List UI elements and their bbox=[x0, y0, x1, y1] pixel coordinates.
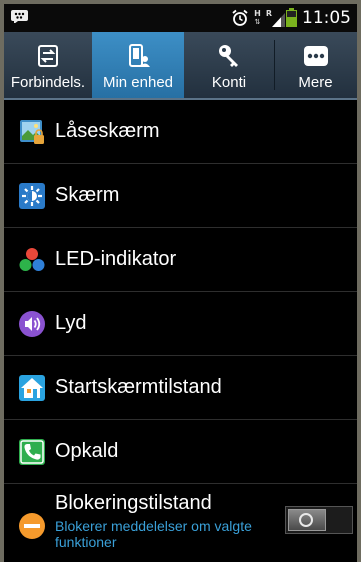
settings-list: Låseskærm Skærm LED-indikator Lyd Starts… bbox=[4, 100, 357, 558]
status-bar: H ⇅ R 11:05 bbox=[4, 4, 357, 32]
setting-home-screen-mode[interactable]: Startskærmtilstand bbox=[4, 356, 357, 420]
network-indicator: H ⇅ bbox=[254, 9, 261, 26]
setting-blocking-mode[interactable]: Blokeringstilstand Blokerer meddelelser … bbox=[4, 484, 357, 558]
battery-icon bbox=[286, 7, 297, 27]
signal-icon bbox=[272, 13, 285, 27]
settings-tab-bar: Forbindels. Min enhed Konti Mere bbox=[4, 32, 357, 100]
setting-led-indicator[interactable]: LED-indikator bbox=[4, 228, 357, 292]
roaming-indicator: R bbox=[266, 9, 285, 27]
led-icon bbox=[19, 248, 45, 271]
tab-connections[interactable]: Forbindels. bbox=[4, 32, 92, 98]
setting-label: LED-indikator bbox=[55, 248, 177, 270]
setting-sound[interactable]: Lyd bbox=[4, 292, 357, 356]
setting-call[interactable]: Opkald bbox=[4, 420, 357, 484]
tab-more[interactable]: Mere bbox=[274, 32, 357, 98]
tab-accounts[interactable]: Konti bbox=[184, 32, 274, 98]
key-icon bbox=[215, 42, 243, 70]
setting-label: Startskærmtilstand bbox=[55, 376, 222, 398]
bbm-icon bbox=[11, 10, 28, 23]
tab-my-device[interactable]: Min enhed bbox=[92, 32, 184, 98]
connections-icon bbox=[34, 42, 62, 70]
display-icon bbox=[19, 183, 45, 209]
lockscreen-icon bbox=[20, 120, 44, 144]
call-icon bbox=[19, 439, 45, 465]
setting-label: Lyd bbox=[55, 312, 87, 334]
network-h-label: H bbox=[254, 9, 261, 18]
setting-label: Låseskærm bbox=[55, 120, 160, 142]
sound-icon bbox=[19, 311, 45, 337]
tab-label: Min enhed bbox=[102, 74, 174, 91]
blocking-mode-toggle[interactable] bbox=[285, 506, 353, 534]
toggle-knob bbox=[288, 509, 326, 531]
more-icon bbox=[302, 42, 330, 70]
phone-screen: H ⇅ R 11:05 Forbindels. Min enhed Konti … bbox=[4, 4, 357, 562]
alarm-icon bbox=[232, 9, 248, 26]
tab-label: Mere bbox=[298, 74, 333, 91]
status-time: 11:05 bbox=[302, 8, 351, 28]
tab-label: Forbindels. bbox=[10, 74, 86, 91]
block-icon bbox=[19, 513, 45, 539]
setting-display[interactable]: Skærm bbox=[4, 164, 357, 228]
setting-subtitle: Blokerer meddelelser om valgte funktione… bbox=[55, 518, 252, 550]
device-icon bbox=[124, 42, 152, 70]
setting-lockscreen[interactable]: Låseskærm bbox=[4, 100, 357, 164]
tab-label: Konti bbox=[211, 74, 247, 91]
setting-label: Blokeringstilstand bbox=[55, 492, 212, 514]
setting-label: Opkald bbox=[55, 440, 119, 462]
setting-label: Skærm bbox=[55, 184, 120, 206]
home-icon bbox=[19, 375, 45, 401]
